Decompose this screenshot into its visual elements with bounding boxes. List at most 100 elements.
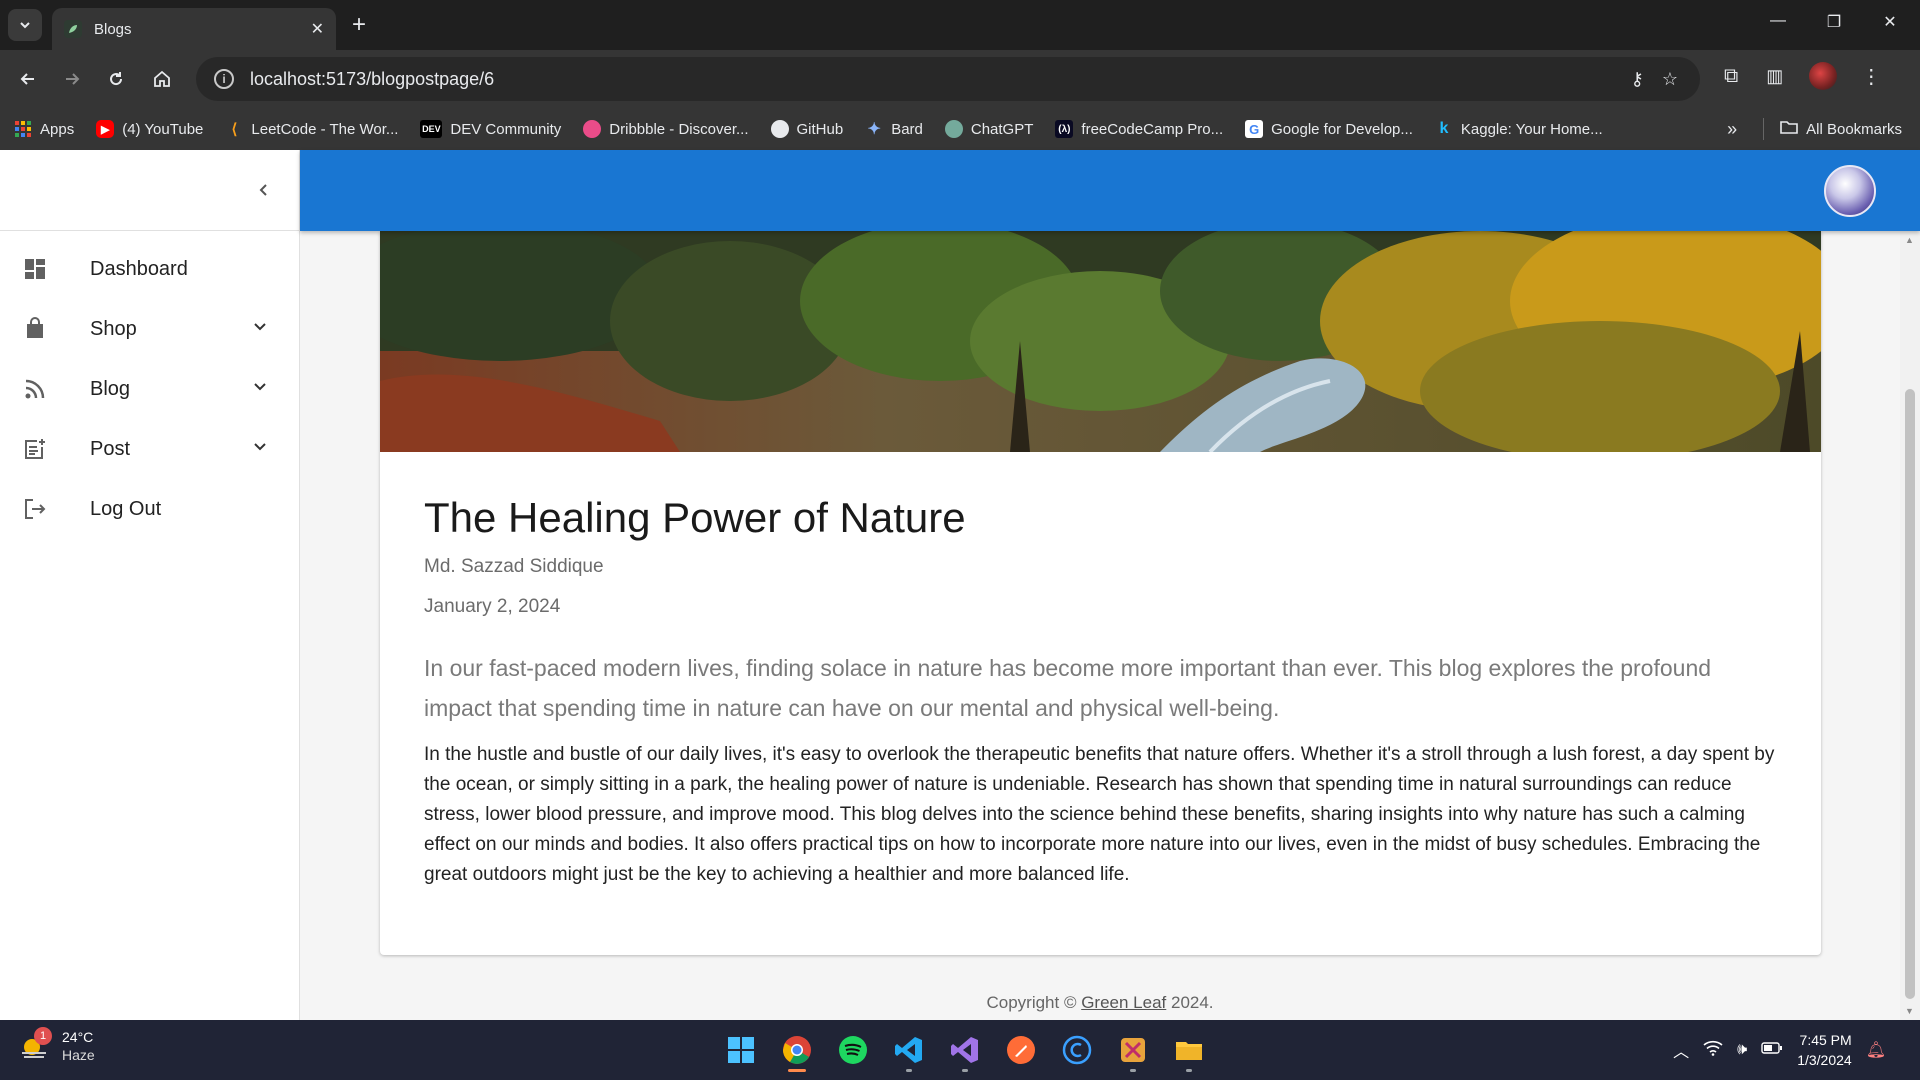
freecodecamp-icon: (λ)	[1055, 120, 1074, 138]
all-bookmarks-button[interactable]: All Bookmarks	[1806, 121, 1902, 138]
folder-icon	[1176, 1042, 1202, 1060]
back-button[interactable]	[12, 63, 44, 95]
chatgpt-icon	[944, 120, 963, 138]
sidebar-header	[0, 150, 299, 231]
blog-post-card: The Healing Power of Nature Md. Sazzad S…	[380, 231, 1821, 955]
taskbar-cursor-app[interactable]	[1058, 1030, 1096, 1070]
clock-date: 1/3/2024	[1797, 1052, 1852, 1068]
battery-icon[interactable]	[1761, 1041, 1783, 1060]
bookmark-star-icon[interactable]: ☆	[1662, 69, 1678, 90]
bookmark-youtube[interactable]: ▶ (4) YouTube	[96, 120, 203, 138]
windows-logo-icon	[728, 1037, 754, 1063]
notification-bell-icon[interactable]: 🔔︎	[1866, 1040, 1886, 1060]
more-menu-icon[interactable]: ⋮	[1861, 64, 1881, 89]
bookmark-google-developers[interactable]: G Google for Develop...	[1245, 120, 1413, 138]
spotify-icon	[839, 1036, 867, 1064]
restore-icon[interactable]: ❐	[1806, 12, 1862, 32]
volume-icon[interactable]: 🕪	[1737, 1041, 1747, 1059]
scrollbar-thumb[interactable]	[1905, 389, 1915, 999]
taskbar-file-explorer[interactable]	[1170, 1030, 1208, 1072]
system-tray: ︿ 🕪 7:45 PM 1/3/2024 🔔︎	[1673, 1030, 1900, 1070]
post-cover-image	[380, 231, 1821, 452]
taskbar-vscode[interactable]	[890, 1030, 928, 1072]
sidebar-item-shop[interactable]: Shop	[0, 299, 299, 359]
dribbble-icon	[583, 120, 602, 138]
minimize-icon[interactable]: —	[1750, 12, 1806, 32]
post-summary: In our fast-paced modern lives, finding …	[424, 655, 1712, 721]
tab-title: Blogs	[94, 20, 132, 38]
tab-search-button[interactable]	[8, 9, 42, 41]
start-button[interactable]	[722, 1030, 760, 1070]
bookmark-kaggle[interactable]: k Kaggle: Your Home...	[1435, 120, 1603, 138]
bookmark-label: Kaggle: Your Home...	[1460, 120, 1603, 138]
c-app-icon	[1062, 1035, 1092, 1065]
taskbar-snipping-tool[interactable]	[1114, 1030, 1152, 1072]
bookmark-apps[interactable]: Apps	[14, 120, 74, 138]
youtube-icon: ▶	[96, 120, 115, 138]
site-favicon-icon	[64, 20, 82, 38]
sidebar: Dashboard Shop Blog Post Log Out	[0, 150, 300, 1020]
main-content: The Healing Power of Nature Md. Sazzad S…	[300, 231, 1900, 1020]
wifi-icon[interactable]	[1703, 1040, 1723, 1061]
bookmark-dev[interactable]: DEV DEV Community	[420, 120, 561, 138]
extensions-icon[interactable]: ⧉	[1724, 65, 1738, 88]
clock[interactable]: 7:45 PM 1/3/2024	[1797, 1030, 1852, 1070]
weather-icon: 1	[20, 1027, 52, 1061]
reload-button[interactable]	[100, 63, 132, 95]
taskbar-chrome[interactable]	[778, 1030, 816, 1072]
post-body: In the hustle and bustle of our daily li…	[424, 744, 1775, 885]
chevron-up-icon[interactable]: ︿	[1673, 1038, 1689, 1062]
bookmark-label: GitHub	[796, 120, 844, 138]
bookmark-dribbble[interactable]: Dribbble - Discover...	[583, 120, 749, 138]
close-window-icon[interactable]: ✕	[1862, 12, 1918, 32]
rss-feed-icon	[22, 376, 48, 402]
sidebar-item-logout[interactable]: Log Out	[0, 479, 299, 539]
bookmark-chatgpt[interactable]: ChatGPT	[944, 120, 1033, 138]
taskbar-visual-studio[interactable]	[946, 1030, 984, 1072]
browser-tab[interactable]: Blogs ✕	[52, 8, 336, 50]
taskbar: 1 24°C Haze ︿ 🕪 7:45 PM 1/3/2024 🔔︎	[0, 1020, 1920, 1080]
apps-icon	[14, 120, 32, 138]
taskbar-postman[interactable]	[1002, 1030, 1040, 1070]
collapse-sidebar-button[interactable]	[250, 176, 278, 204]
new-tab-button[interactable]: +	[352, 11, 366, 39]
tab-close-icon[interactable]: ✕	[311, 19, 324, 39]
user-avatar[interactable]	[1824, 165, 1876, 217]
page-scrollbar[interactable]: ▲ ▼	[1900, 231, 1920, 1020]
bookmark-freecodecamp[interactable]: (λ) freeCodeCamp Pro...	[1055, 120, 1223, 138]
scroll-up-icon[interactable]: ▲	[1905, 235, 1914, 245]
bookmarks-divider	[1763, 118, 1765, 140]
bookmark-leetcode[interactable]: ⟨ LeetCode - The Wor...	[225, 120, 398, 139]
profile-avatar[interactable]	[1809, 62, 1838, 90]
password-key-icon[interactable]: ⚷	[1631, 69, 1644, 90]
bookmark-label: Dribbble - Discover...	[609, 120, 749, 138]
bookmarks-bar: Apps ▶ (4) YouTube ⟨ LeetCode - The Wor.…	[0, 108, 1920, 150]
visual-studio-icon	[951, 1037, 978, 1063]
sidebar-item-blog[interactable]: Blog	[0, 359, 299, 419]
reload-icon	[110, 72, 123, 86]
sidebar-item-label: Log Out	[90, 497, 162, 520]
taskbar-apps	[722, 1030, 1208, 1072]
sidebar-item-post[interactable]: Post	[0, 419, 299, 479]
site-info-icon[interactable]: i	[214, 69, 234, 89]
forward-button[interactable]	[56, 63, 88, 95]
side-panel-icon[interactable]: ▥	[1766, 66, 1783, 87]
home-button[interactable]	[146, 63, 178, 95]
scroll-down-icon[interactable]: ▼	[1905, 1006, 1914, 1016]
forward-arrow-icon	[66, 73, 80, 85]
bookmark-label: Bard	[891, 120, 923, 138]
bookmark-label: Apps	[40, 120, 75, 138]
more-bookmarks-icon[interactable]: »	[1727, 119, 1737, 140]
bookmark-bard[interactable]: ✦ Bard	[865, 120, 923, 139]
address-bar[interactable]: i localhost:5173/blogpostpage/6 ⚷ ☆	[196, 57, 1700, 101]
bookmark-label: Google for Develop...	[1271, 120, 1413, 138]
sidebar-item-dashboard[interactable]: Dashboard	[0, 239, 299, 299]
weather-widget[interactable]: 1 24°C Haze	[20, 1027, 95, 1064]
post-author: Md. Sazzad Siddique	[424, 556, 604, 577]
bookmark-github[interactable]: GitHub	[770, 120, 844, 138]
green-leaf-link[interactable]: Green Leaf	[1081, 993, 1166, 1012]
bookmark-label: DEV Community	[450, 120, 562, 138]
taskbar-spotify[interactable]	[834, 1030, 872, 1070]
weather-condition: Haze	[62, 1047, 95, 1063]
chevron-left-icon	[259, 184, 267, 196]
